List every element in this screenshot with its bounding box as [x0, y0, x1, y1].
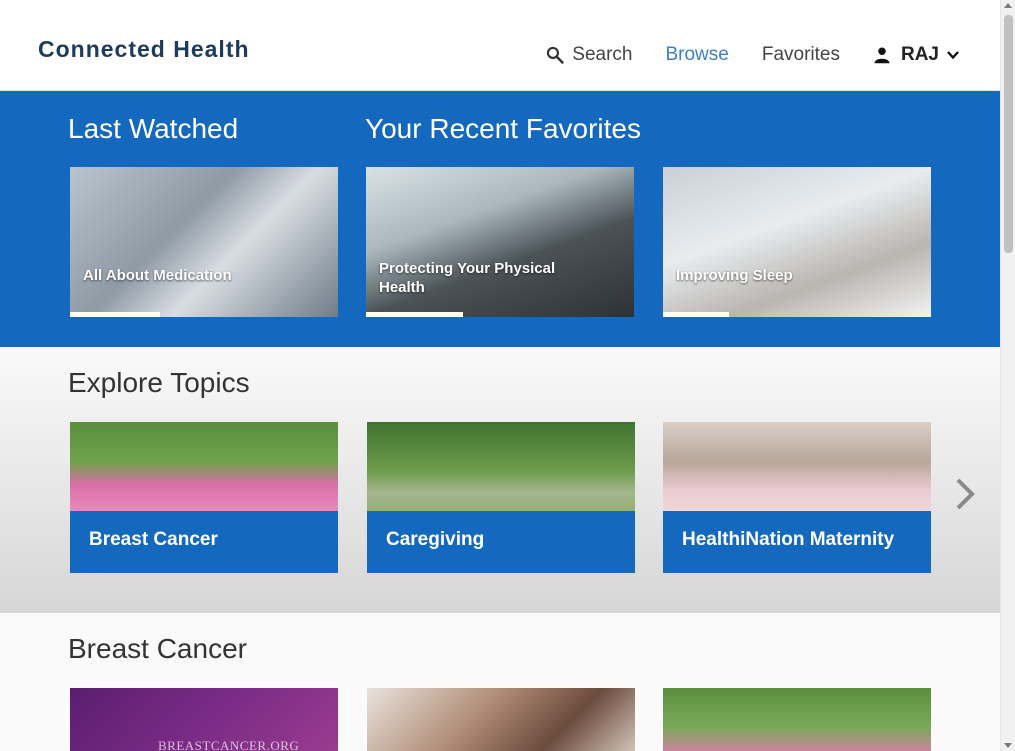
- nav-browse[interactable]: Browse: [665, 44, 728, 66]
- scroll-up-arrow[interactable]: [1004, 3, 1012, 8]
- topic-image: [367, 422, 635, 511]
- user-name: RAJ: [900, 44, 939, 65]
- search-icon: [547, 46, 565, 64]
- nav-search-label: Search: [572, 44, 633, 65]
- explore-topics-heading: Explore Topics: [68, 367, 250, 398]
- app-logo[interactable]: Connected Health: [38, 36, 250, 63]
- chevron-down-icon: [947, 51, 959, 60]
- user-icon: [874, 47, 890, 64]
- page: Connected Health Search Browse Favorites: [0, 0, 1000, 751]
- breast-cancer-heading: Breast Cancer: [68, 633, 247, 664]
- topic-label: Breast Cancer: [89, 529, 218, 550]
- nav-favorites-label: Favorites: [761, 44, 840, 65]
- chevron-right-icon[interactable]: [953, 477, 977, 511]
- recent-favorites-heading: Your Recent Favorites: [365, 113, 641, 144]
- sleeping-woman-thumbnail: [663, 167, 931, 317]
- breast-cancer-video-card[interactable]: [663, 688, 931, 751]
- user-menu[interactable]: RAJ: [873, 44, 960, 66]
- topic-card-caregiving[interactable]: Caregiving: [367, 422, 635, 573]
- explore-topics-section: Explore Topics Breast Cancer Caregiving …: [0, 347, 1000, 613]
- watch-progress-bar: [70, 312, 160, 317]
- topic-label: Caregiving: [386, 529, 485, 550]
- nav-favorites[interactable]: Favorites: [762, 44, 840, 66]
- medication-thumbnail: [70, 167, 338, 317]
- card-overlay-text: BREASTCANCER.ORG: [158, 738, 300, 751]
- scroll-down-arrow[interactable]: [1004, 743, 1012, 748]
- nav-search[interactable]: Search: [545, 44, 632, 66]
- scrollbar-thumb[interactable]: [1004, 15, 1013, 253]
- breast-cancer-video-card[interactable]: [367, 688, 635, 751]
- last-watched-heading: Last Watched: [68, 113, 239, 144]
- vertical-scrollbar[interactable]: [1000, 0, 1015, 751]
- card-title: Protecting Your Physical Health: [379, 260, 556, 296]
- last-watched-card[interactable]: All About Medication: [70, 167, 338, 317]
- card-title: All About Medication: [83, 267, 232, 284]
- favorites-band: Last Watched Your Recent Favorites All A…: [0, 91, 1000, 347]
- breast-cancer-video-card[interactable]: BREASTCANCER.ORG: [70, 688, 338, 751]
- favorite-card[interactable]: Protecting Your Physical Health: [366, 167, 634, 317]
- top-header: Connected Health Search Browse Favorites: [0, 0, 1000, 91]
- nav-browse-label: Browse: [665, 44, 729, 65]
- card-title: Improving Sleep: [676, 267, 793, 284]
- topic-card-maternity[interactable]: HealthiNation Maternity: [663, 422, 931, 573]
- main-nav: Search Browse Favorites RAJ: [512, 44, 960, 66]
- favorite-card[interactable]: Improving Sleep: [663, 167, 931, 317]
- topic-image: [70, 422, 338, 511]
- watch-progress-bar: [366, 312, 463, 317]
- breast-cancer-section: Breast Cancer BREASTCANCER.ORG: [0, 613, 1000, 751]
- watch-progress-bar: [663, 312, 729, 317]
- topic-card-breast-cancer[interactable]: Breast Cancer: [70, 422, 338, 573]
- topic-image: [663, 422, 931, 511]
- topic-label: HealthiNation Maternity: [682, 529, 895, 550]
